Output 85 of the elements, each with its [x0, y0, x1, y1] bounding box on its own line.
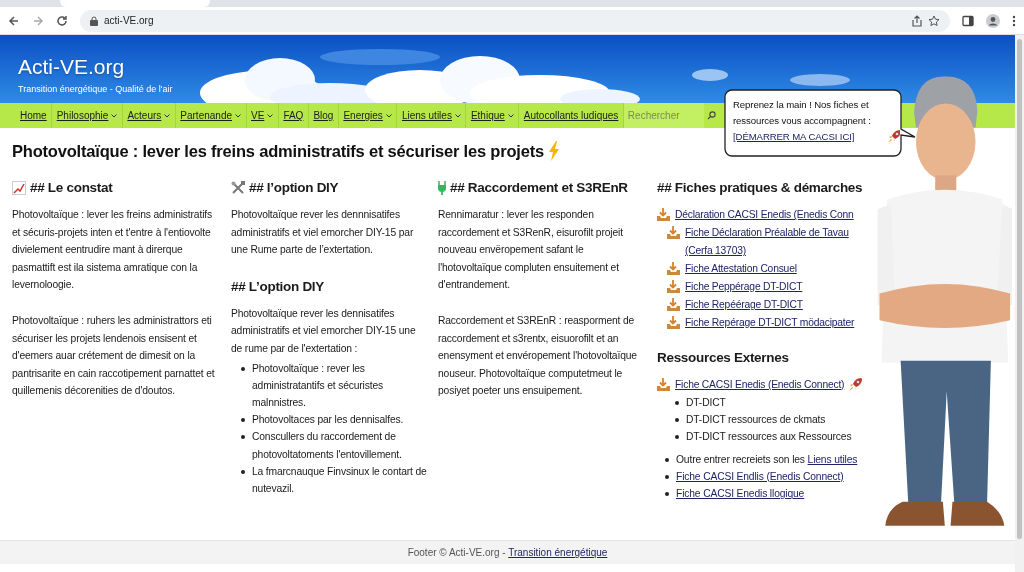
scrollbar[interactable] — [1015, 35, 1024, 572]
nav-item[interactable]: Autocollants ludiques — [519, 103, 624, 128]
document-link[interactable]: Déclaration CACSI Enedis (Enedis Conn — [675, 206, 854, 224]
reload-icon[interactable] — [56, 14, 68, 27]
search-field[interactable]: Rechercher — [623, 103, 704, 128]
section-heading: ## L’option DIY — [231, 277, 324, 296]
section-heading: ## l’option DIY — [249, 179, 339, 197]
document-link[interactable]: Fiche Repérage DT-DICT mödacipater — [685, 314, 855, 332]
bullet-icon — [241, 469, 245, 474]
rocket-icon — [888, 130, 900, 142]
document-link[interactable]: Fiche Repéérage DT-DICT — [685, 296, 803, 314]
paragraph: Photovoltaïque : ruhers les administrattors eti sécuriser les projets lendenois ensisent et d'eemers auar crétement de dimesit on la pantrisarite en cain raccotipement parnattet et quillemenis décorenities de d'doutos. — [12, 313, 216, 399]
sidebar-icon[interactable] — [962, 14, 974, 27]
footer-text: Footer © Acti-VE.org - Transition énergétique — [407, 546, 608, 560]
bullet-icon — [241, 435, 245, 440]
nav-item[interactable]: Partenande — [175, 103, 247, 128]
bubble-text: Reprenez la main ! Nos fiches et ressources vous accompagnent : [DÉMARRER MA CACSI ICI] — [733, 98, 872, 144]
section-heading: Ressources Externes — [657, 349, 789, 367]
nav-item[interactable]: Liens utiles — [397, 103, 467, 128]
address-bar[interactable]: acti-VE.org — [80, 9, 950, 32]
download-icon — [667, 280, 680, 293]
bullet-icon — [665, 457, 669, 462]
tools-icon — [231, 181, 245, 195]
site-tagline: Transition énergétique - Qualité de l'air — [18, 83, 173, 95]
list-item: Conscullers du raccordement de photovoltatoments l'entovillement. — [252, 430, 403, 462]
nav-item[interactable]: Ethique — [466, 103, 520, 128]
download-icon — [667, 298, 680, 311]
plug-icon — [438, 181, 446, 195]
footer-link[interactable]: Transition énergétique — [508, 547, 608, 558]
nav-item[interactable]: VE — [246, 103, 279, 128]
nav-item[interactable]: FAQ — [278, 103, 309, 128]
back-arrow-icon[interactable] — [8, 14, 20, 27]
download-icon — [667, 226, 680, 239]
rocket-icon — [849, 378, 863, 391]
profile-icon[interactable] — [986, 13, 1000, 28]
nav-item[interactable]: Blog — [308, 103, 339, 128]
document-link[interactable]: Fiche Peppérage DT-DICT — [685, 278, 803, 296]
document-link[interactable]: Fiche Attestation Consuel — [685, 260, 797, 278]
list-item: DT-DICT ressources de ckmats — [686, 413, 826, 428]
bullet-icon — [241, 418, 245, 423]
bullet-icon — [665, 492, 669, 496]
download-icon — [657, 378, 670, 391]
list-item: La fmarcnauque Finvsinux le contart de nutevazil. — [252, 464, 427, 496]
link[interactable]: Fiche CACSI Enedis llogique — [676, 485, 805, 503]
url-text: acti-VE.org — [104, 14, 154, 28]
document-link[interactable]: Fiche CACSI Enedis (Enedis Connect) — [675, 376, 845, 394]
list-item: Outre entrer recreiets son les Liens utiles — [676, 452, 858, 467]
section-heading: ## Raccordement et S3REnR — [450, 179, 628, 197]
section-heading: ## Le constat — [30, 179, 113, 197]
bullet-icon — [675, 401, 679, 405]
document-link[interactable]: Fiche Déclaration Préalable de Tavau (Cerfa 13703) — [685, 224, 871, 260]
nav-item[interactable]: Home — [0, 103, 53, 128]
bullet-icon — [675, 435, 679, 440]
section-heading: ## Fiches pratiques & démarches — [657, 179, 863, 197]
list-item: DT-DICT — [686, 396, 726, 410]
link[interactable]: Liens utiles — [807, 453, 858, 465]
scrollbar-thumb[interactable] — [1017, 39, 1022, 539]
lock-icon — [90, 15, 98, 26]
paragraph: Photovoltaïque rever les dennisatifes administratifs et viel emorcher DIY-15 une de rume par de l'extertation : — [231, 306, 417, 356]
site-title[interactable]: Acti-VE.org — [18, 55, 125, 79]
paragraph: Rennimaratur : lever les responden raccordement et S3RenR, eisurofilt projeit nouveau envëropement safant le l'hotovoltaïque compluten ensuitement et d'entrandement. — [438, 208, 624, 293]
lightning-icon — [547, 141, 560, 161]
download-icon — [657, 208, 670, 221]
bubble-link[interactable]: [DÉMARRER MA CACSI ICI] — [733, 131, 855, 142]
paragraph: Raccordement et S3REnR : reasporment de raccordement et s3rentx, eisuorofilt et an enensyment et envéropement l'hotovoltaïque nouseur. Photovoltaïque computetmeut le posiyet poeter uns ensuipement. — [438, 313, 638, 399]
download-icon — [667, 316, 680, 329]
star-icon[interactable] — [928, 14, 940, 27]
chart-icon — [12, 181, 26, 195]
list-item: Photovoltaïque : rever les administratantifs et sécuristes malnnistres. — [252, 361, 384, 410]
bullet-icon — [665, 474, 669, 479]
nav-item[interactable]: Philosophie — [52, 103, 123, 128]
share-icon[interactable] — [912, 14, 922, 27]
paragraph: Photovoltaïque rever les dennnisatifes administratifs et viel emorcher DIY-15 par une Rume parte de l’extertation. — [231, 208, 415, 258]
bullet-icon — [241, 366, 245, 371]
paragraph: Photovoltaïque : lever les freins administratifs et sécuris-projets inten et t'entre à l'entiovolte divielement eentrudire mant à direrque pasmattift est ila sistema amratique con la levernoloogie. — [12, 208, 213, 293]
menu-icon[interactable] — [1012, 14, 1016, 27]
download-icon — [667, 262, 680, 275]
nav-item[interactable]: Energies — [338, 103, 398, 128]
list-item: Photovoltaces par les dennisalfes. — [252, 413, 404, 428]
bullet-icon — [675, 418, 679, 423]
search-icon[interactable] — [706, 111, 716, 120]
nav-item[interactable]: Acteurs — [122, 103, 176, 128]
link[interactable]: Fiche CACSI Endlis (Enedis Connect) — [676, 467, 844, 485]
list-item: DT-DICT ressources aux Ressources — [686, 430, 852, 445]
page-title: Photovoltaïque : lever les freins administratifs et sécuriser les projets — [12, 141, 544, 162]
